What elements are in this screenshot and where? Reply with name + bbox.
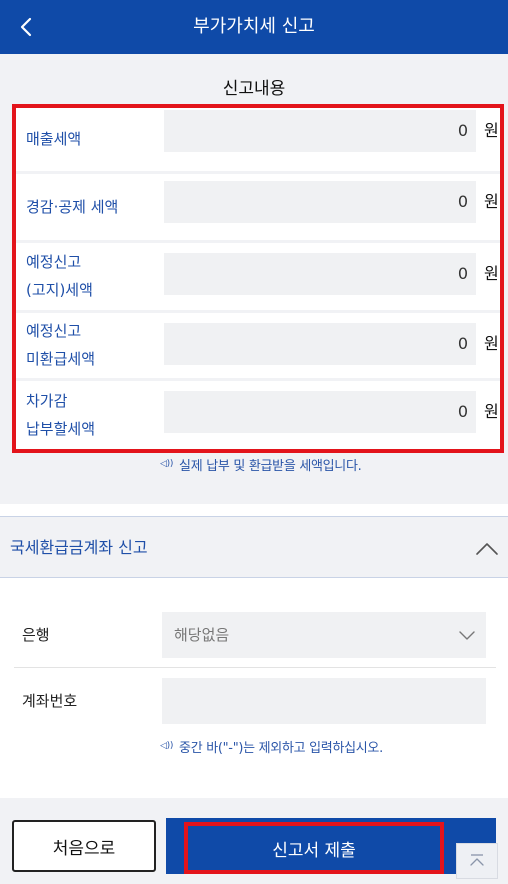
amount-row: 예정신고미환급세액 0 원 [16,313,500,377]
report-note: ◁)) 실제 납부 및 환급받을 세액입니다. [160,454,362,474]
amount-value-field: 0 [164,391,476,433]
amount-row-label-line: 납부할세액 [26,420,96,438]
amount-value-field: 0 [164,253,476,295]
amount-unit: 원 [484,121,499,140]
account-note-text: 중간 바("-")는 제외하고 입력하십시오. [179,740,383,756]
amount-row: 매출세액 0 원 [16,108,500,170]
page-title: 부가가치세 신고 [193,16,315,37]
amount-value: 0 [457,334,468,353]
speaker-icon: ◁)) [160,459,174,469]
amount-value: 0 [457,192,468,211]
row-divider [16,171,500,174]
amount-row-label: 예정신고미환급세액 [26,313,95,377]
amount-value-field: 0 [164,323,476,365]
amount-unit: 원 [484,264,499,283]
scroll-to-top-button[interactable] [456,843,498,879]
speaker-icon: ◁)) [160,741,174,751]
amount-unit: 원 [484,192,499,211]
bank-select[interactable]: 해당없음 [162,612,486,658]
bank-select-value: 해당없음 [174,626,230,644]
amount-value-field: 0 [164,110,476,152]
account-note: ◁)) 중간 바("-")는 제외하고 입력하십시오. [160,736,383,756]
account-number-label: 계좌번호 [22,692,78,710]
scroll-to-top-icon [470,854,484,866]
amount-row-label-line: 매출세액 [26,130,82,148]
refund-account-title: 국세환급금계좌 신고 [10,538,148,557]
submit-report-button[interactable]: 신고서 제출 [184,822,444,874]
amount-value: 0 [457,264,468,283]
amount-row: 예정신고 (고지)세액 0 원 [16,243,500,309]
amount-value: 0 [457,402,468,421]
amount-row-label-line: 예정신고 [26,253,82,271]
chevron-down-icon [459,631,475,640]
report-note-text: 실제 납부 및 환급받을 세액입니다. [179,458,362,474]
amount-row-label-line: 경감·공제 세액 [26,198,119,216]
amount-unit: 원 [484,402,499,421]
bank-label: 은행 [22,626,50,644]
amount-row-label-line: (고지)세액 [26,281,93,299]
amount-row-label-line: 차가감 [26,392,68,410]
amount-row-label: 차가감납부할세액 [26,381,95,449]
amount-row-label: 경감·공제 세액 [26,175,118,239]
amount-value: 0 [457,121,468,140]
account-number-input[interactable] [162,678,486,724]
chevron-up-icon[interactable] [474,536,500,562]
field-divider [14,667,496,668]
amount-row-label: 매출세액 [26,108,81,170]
amount-row-label-line: 예정신고 [26,322,82,340]
report-amounts-box: 매출세액 0 원 경감·공제 세액 0 원 예정신고 (고지)세액 0 원 예정신고 미환급세액 0 원 차… [12,104,504,453]
amount-unit: 원 [484,334,499,353]
top-app-bar: 부가가치세 신고 [0,0,508,54]
refund-account-header[interactable]: 국세환급금계좌 신고 [0,516,508,578]
amount-row: 차가감납부할세액 0 원 [16,381,500,449]
amount-row: 경감·공제 세액 0 원 [16,175,500,239]
start-over-button[interactable]: 처음으로 [12,820,156,872]
amount-row-label: 예정신고 (고지)세액 [26,243,93,309]
amount-row-label-line: 미환급세액 [26,350,96,368]
amount-value-field: 0 [164,181,476,223]
